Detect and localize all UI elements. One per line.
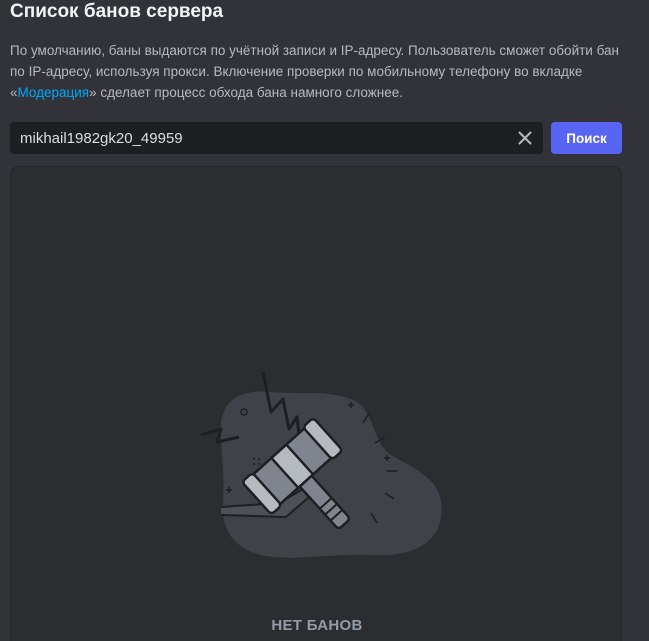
ban-hammer-icon xyxy=(200,371,442,558)
search-input[interactable] xyxy=(10,122,500,154)
ban-list-page: Список банов сервера По умолчанию, баны … xyxy=(0,0,649,641)
clear-search-button[interactable] xyxy=(513,126,537,150)
description: По умолчанию, баны выдаются по учётной з… xyxy=(10,40,620,103)
description-text-after: » сделает процесс обхода бана намного сл… xyxy=(89,85,403,100)
search-button[interactable]: Поиск xyxy=(551,122,622,154)
page-title: Список банов сервера xyxy=(10,1,224,22)
bans-list-panel: НЕТ БАНОВ xyxy=(10,166,622,641)
moderation-link[interactable]: Модерация xyxy=(18,85,90,100)
search-box xyxy=(10,122,543,154)
close-icon xyxy=(518,131,532,145)
empty-state-label: НЕТ БАНОВ xyxy=(271,617,363,634)
